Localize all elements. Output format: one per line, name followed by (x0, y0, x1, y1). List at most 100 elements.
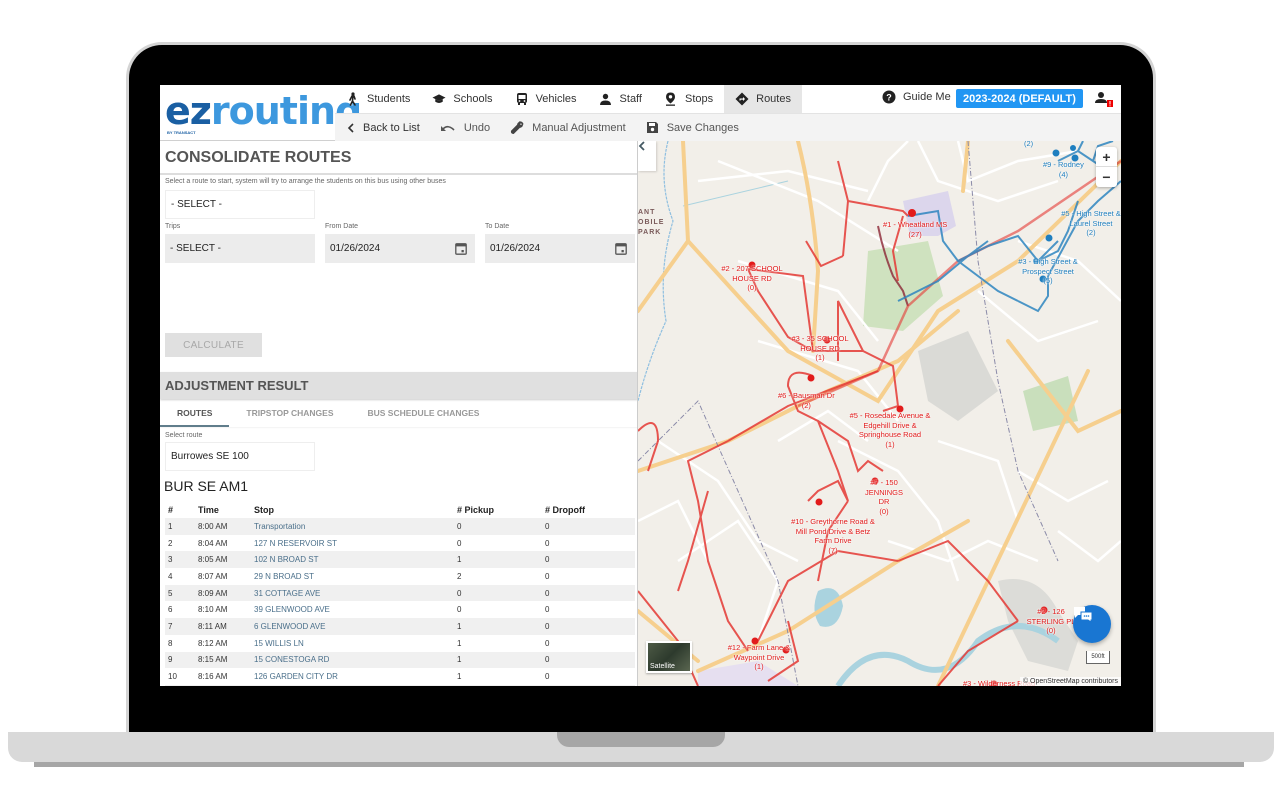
route-map[interactable]: ANT OBILE PARK #1 - Wheatland MS (27) #2 … (638, 141, 1121, 686)
row-time: 8:05 AM (195, 551, 251, 569)
stop-label-count: (0) (747, 283, 757, 292)
stop-label-greythorne[interactable]: #10 - Greythorne Road & Mill Pond Drive … (788, 517, 878, 555)
nav-routes[interactable]: Routes (724, 85, 802, 113)
row-number: 7 (165, 618, 195, 635)
stop-label-text: #10 - Greythorne Road & Mill Pond Drive … (791, 517, 875, 545)
calendar-icon[interactable] (455, 242, 467, 255)
stop-marker[interactable] (1052, 149, 1060, 157)
stop-label-35-school-house[interactable]: #3 - 35 SCHOOL HOUSE RD (1) (784, 334, 856, 363)
row-time: 8:18 AM (195, 684, 251, 686)
stop-label-text: #3 - High Street & Prospect Street (1018, 257, 1078, 276)
row-stop[interactable]: 97 LANDIS DR (251, 684, 454, 686)
table-row[interactable]: 6 8:10 AM 39 GLENWOOD AVE 0 0 (165, 601, 635, 618)
row-stop[interactable]: Transportation (251, 518, 454, 535)
trips-select[interactable]: - SELECT - (165, 234, 315, 263)
row-pickup: 0 (454, 584, 542, 602)
table-row[interactable]: 7 8:11 AM 6 GLENWOOD AVE 1 0 (165, 618, 635, 635)
stop-marker[interactable] (815, 498, 823, 506)
table-row[interactable]: 2 8:04 AM 127 N RESERVOIR ST 0 0 (165, 535, 635, 552)
stop-label-blue-top[interactable]: (2) (1024, 141, 1033, 149)
stop-label-wheatland-ms[interactable]: #1 - Wheatland MS (27) (883, 220, 947, 239)
panel-title: CONSOLIDATE ROUTES (165, 149, 352, 166)
row-stop[interactable]: 102 N BROAD ST (251, 551, 454, 569)
row-stop[interactable]: 39 GLENWOOD AVE (251, 601, 454, 618)
table-row[interactable]: 118:18 AM97 LANDIS DR00 (165, 684, 635, 686)
stop-label-207-school-house[interactable]: #2 - 207 SCHOOL HOUSE RD (0) (716, 264, 788, 293)
guide-me-label: Guide Me (903, 91, 951, 103)
back-to-list-button[interactable]: Back to List (335, 122, 430, 134)
row-stop[interactable]: 127 N RESERVOIR ST (251, 535, 454, 552)
calculate-button[interactable]: CALCULATE (165, 333, 262, 357)
stop-label-count: (0) (1046, 626, 1056, 635)
stop-label-sterling[interactable]: #2 - 126 STERLING PL (0) (1023, 607, 1079, 636)
tab-routes[interactable]: ROUTES (160, 399, 230, 427)
result-route-select[interactable]: Burrowes SE 100 (165, 442, 315, 471)
row-dropoff: 0 (545, 538, 550, 548)
row-stop[interactable]: 15 CONESTOGA RD (251, 651, 454, 669)
row-stop[interactable]: 126 GARDEN CITY DR (251, 668, 454, 685)
row-stop[interactable]: 31 COTTAGE AVE (251, 584, 454, 602)
save-changes-button[interactable]: Save Changes (636, 121, 749, 134)
table-row[interactable]: 8 8:12 AM 15 WILLIS LN 1 0 (165, 635, 635, 652)
school-year-button[interactable]: 2023-2024 (DEFAULT) (956, 89, 1083, 108)
zoom-in-button[interactable]: + (1096, 147, 1117, 167)
table-row[interactable]: 5 8:09 AM 31 COTTAGE AVE 0 0 (165, 584, 635, 602)
satellite-toggle[interactable]: Satellite (646, 641, 692, 673)
stop-label-jennings[interactable]: #7 - 150 JENNINGS DR (0) (861, 478, 907, 516)
school-marker[interactable] (908, 209, 916, 217)
stop-label-high-laurel[interactable]: #5 - High Street & Laurel Street (2) (1058, 209, 1121, 238)
stop-marker[interactable] (1070, 145, 1076, 151)
nav-stops[interactable]: Stops (653, 85, 724, 113)
row-pickup: 1 (457, 672, 462, 682)
stop-label-rodney[interactable]: #9 - Rodney (4) (1043, 160, 1084, 179)
from-date-input[interactable]: 01/26/2024 (325, 234, 475, 263)
save-changes-label: Save Changes (666, 121, 739, 134)
main-nav: Students Schools Vehicles Staff Stops Ro… (335, 85, 802, 113)
tab-bus-schedule-changes[interactable]: BUS SCHEDULE CHANGES (351, 399, 497, 427)
to-date-input[interactable]: 01/26/2024 (485, 234, 635, 263)
collapse-panel-button[interactable] (638, 141, 656, 171)
industrial-area (918, 331, 998, 421)
row-number: 1 (165, 518, 195, 535)
chat-button[interactable] (1073, 605, 1111, 643)
calendar-icon[interactable] (615, 242, 627, 255)
header: ezrouting BY TRANSACT Students Schools V… (160, 85, 1121, 141)
row-stop[interactable]: 6 GLENWOOD AVE (251, 618, 454, 635)
route-select[interactable]: - SELECT - (165, 190, 315, 219)
stop-label-bausman[interactable]: #6 - Bausman Dr (2) (778, 391, 835, 410)
map-attribution[interactable]: © OpenStreetMap contributors (1019, 677, 1121, 686)
stop-label-text: #2 - 207 SCHOOL HOUSE RD (721, 264, 783, 283)
table-row[interactable]: 1 8:00 AM Transportation 0 0 (165, 518, 635, 535)
nav-staff[interactable]: Staff (588, 85, 653, 113)
row-stop[interactable]: 15 WILLIS LN (251, 635, 454, 652)
stop-label-high-prospect[interactable]: #3 - High Street & Prospect Street (5) (1010, 257, 1086, 286)
row-number: 6 (168, 605, 173, 615)
user-account-icon[interactable] (1094, 91, 1114, 109)
person-icon (599, 92, 613, 106)
table-row[interactable]: 9 8:15 AM 15 CONESTOGA RD 1 0 (165, 651, 635, 669)
nav-staff-label: Staff (619, 93, 642, 105)
tab-tripstop-changes[interactable]: TRIPSTOP CHANGES (229, 399, 350, 427)
undo-label: Undo (463, 121, 491, 134)
manual-adjustment-button[interactable]: Manual Adjustment (500, 120, 636, 135)
undo-button[interactable]: Undo (430, 122, 500, 134)
nav-students[interactable]: Students (335, 85, 421, 113)
ezrouting-logo[interactable]: ezrouting BY TRANSACT (165, 91, 362, 137)
stop-marker[interactable] (807, 374, 815, 382)
table-row[interactable]: 4 8:07 AM 29 N BROAD ST 2 0 (165, 568, 635, 585)
stop-label-farm-lane[interactable]: #12 - Farm Lane & Waypoint Drive (1) (720, 643, 798, 672)
table-row[interactable]: 10 8:16 AM 126 GARDEN CITY DR 1 0 (165, 668, 635, 685)
stop-label-rosedale[interactable]: #5 - Rosedale Avenue & Edgehill Drive & … (845, 411, 935, 449)
row-pickup: 0 (457, 538, 462, 548)
table-row[interactable]: 3 8:05 AM 102 N BROAD ST 1 0 (165, 551, 635, 569)
row-dropoff: 0 (542, 618, 635, 635)
zoom-out-button[interactable]: − (1096, 167, 1117, 187)
chat-icon (1074, 607, 1093, 623)
nav-vehicles[interactable]: Vehicles (504, 85, 588, 113)
stop-marker[interactable] (1045, 234, 1053, 242)
nav-schools[interactable]: Schools (421, 85, 503, 113)
guide-me-button[interactable]: ? Guide Me (882, 90, 951, 104)
back-to-list-label: Back to List (363, 121, 420, 134)
row-stop[interactable]: 29 N BROAD ST (251, 568, 454, 585)
col-dropoff: # Dropoff (545, 504, 585, 515)
